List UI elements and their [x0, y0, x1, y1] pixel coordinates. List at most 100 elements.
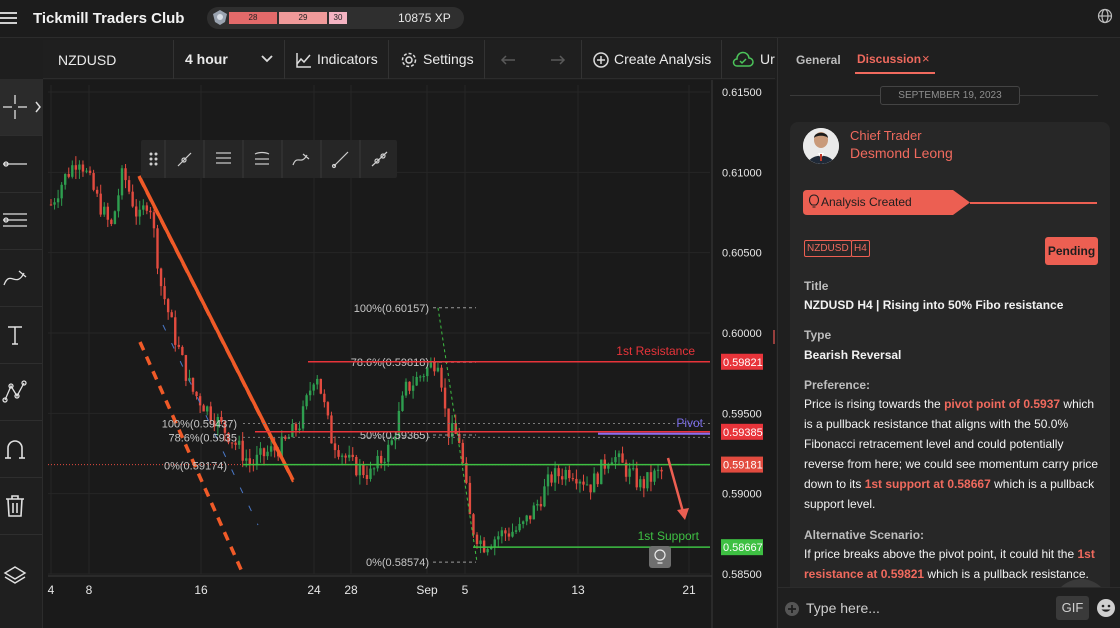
interval-selector[interactable]: 4 hour [185, 51, 228, 67]
candle-body [92, 173, 95, 190]
indicators-button[interactable]: Indicators [317, 51, 378, 67]
candle-body [81, 164, 85, 172]
price-tick: 0.60000 [722, 328, 762, 340]
emoji-icon[interactable] [1096, 598, 1116, 618]
time-tick: 4 [48, 583, 55, 597]
candle-body [585, 484, 589, 486]
globe-icon[interactable] [1097, 8, 1113, 24]
expand-arrow-icon[interactable] [34, 101, 42, 113]
time-tick: 21 [682, 583, 696, 597]
symbol-selector[interactable]: NZDUSD [58, 52, 116, 68]
candle-body [536, 503, 539, 506]
settings-button[interactable]: Settings [423, 51, 474, 67]
channel-tool[interactable] [0, 193, 42, 249]
brush-tool[interactable] [0, 250, 42, 306]
create-analysis-button[interactable]: Create Analysis [614, 51, 711, 67]
parallel-lines-icon[interactable] [216, 152, 231, 164]
author-name[interactable]: Desmond Leong [850, 145, 953, 161]
time-tick: 28 [344, 583, 358, 597]
avatar[interactable] [803, 128, 839, 164]
message-input[interactable] [806, 598, 1046, 618]
candle-body [365, 475, 369, 480]
text-tool[interactable] [0, 307, 42, 363]
delete-tool[interactable] [0, 478, 42, 534]
candle-body [259, 448, 262, 455]
channel-lines-icon [3, 213, 27, 227]
price-tag-label: 0.59385 [723, 427, 763, 439]
cloud-check-icon[interactable] [731, 51, 755, 69]
candle-body [60, 184, 63, 199]
drag-handle-icon[interactable] [149, 152, 158, 166]
candle-body [653, 470, 656, 482]
candle-body [191, 377, 195, 392]
candle-body [326, 402, 330, 416]
candle-body [110, 219, 113, 224]
candle-body [408, 381, 411, 391]
candle-body [614, 457, 617, 463]
chevron-down-icon[interactable] [261, 54, 273, 64]
extended-line-icon[interactable] [371, 151, 388, 167]
active-tab-indicator [855, 72, 935, 74]
candle-body [316, 378, 319, 385]
candle-body [255, 454, 259, 465]
redo-icon[interactable] [548, 51, 566, 69]
preference-text: Price is rising towards the pivot point … [804, 397, 1099, 511]
line-tool[interactable] [0, 136, 42, 192]
price-chart[interactable]: 100%(0.59437) 78.6%(0.5935 0%(0.59174) 100%… [43, 80, 776, 628]
tab-discussion[interactable]: Discussion [857, 52, 921, 66]
candle-body [642, 479, 646, 489]
candle-body [120, 168, 124, 196]
fib-right-label: 100%(0.60157) [354, 303, 429, 315]
upload-button[interactable]: Ur [760, 51, 775, 67]
candle-body [340, 455, 344, 457]
layers-tool[interactable] [0, 549, 42, 605]
pen-icon[interactable] [292, 153, 310, 166]
magnet-tool[interactable] [0, 421, 42, 477]
candle-body [88, 170, 92, 174]
time-tick: 24 [307, 583, 321, 597]
undo-icon[interactable] [500, 51, 518, 69]
candle-body [511, 531, 514, 537]
candle-body [305, 395, 308, 407]
candle-body [262, 448, 266, 457]
candle-body [248, 458, 251, 464]
candle-body [628, 468, 631, 477]
candle-body [461, 442, 464, 463]
candle-body [351, 454, 354, 457]
candle-body [337, 450, 340, 457]
crosshair-tool[interactable] [0, 79, 42, 135]
price-tag-label: 0.59181 [723, 460, 763, 472]
banner-text: Analysis Created [821, 195, 912, 209]
indicators-icon[interactable] [295, 51, 313, 69]
brush-icon [3, 270, 27, 286]
tab-close-button[interactable]: × [922, 51, 930, 66]
candle-body [486, 549, 489, 553]
candle-body [195, 391, 198, 397]
price-tick: 0.59500 [722, 408, 762, 420]
symbol-tag: NZDUSD [804, 240, 852, 257]
candle-body [170, 312, 173, 318]
tab-general[interactable]: General [796, 53, 841, 67]
candle-body [127, 180, 131, 192]
candle-body [237, 440, 241, 445]
ray-icon[interactable] [331, 151, 349, 169]
candle-body [333, 443, 337, 451]
fib-left-label: 0%(0.59174) [164, 461, 227, 473]
candle-body [362, 464, 365, 476]
gif-button[interactable]: GIF [1056, 596, 1089, 620]
candle-body [78, 164, 81, 170]
plus-circle-icon[interactable] [592, 51, 610, 69]
fib-levels-icon[interactable] [254, 151, 270, 165]
candle-body [507, 533, 511, 537]
trend-line-icon[interactable] [177, 152, 192, 167]
hamburger-menu-icon[interactable] [0, 9, 17, 27]
candle-body [482, 540, 486, 553]
candle-body [578, 481, 582, 484]
xp-bar: 28 29 30 [229, 12, 377, 24]
candle-body [135, 206, 138, 217]
add-attachment-icon[interactable] [784, 601, 800, 617]
magnet-icon [5, 440, 25, 459]
candle-body [475, 534, 479, 544]
pattern-tool[interactable] [0, 364, 42, 420]
gear-icon[interactable] [400, 51, 418, 69]
